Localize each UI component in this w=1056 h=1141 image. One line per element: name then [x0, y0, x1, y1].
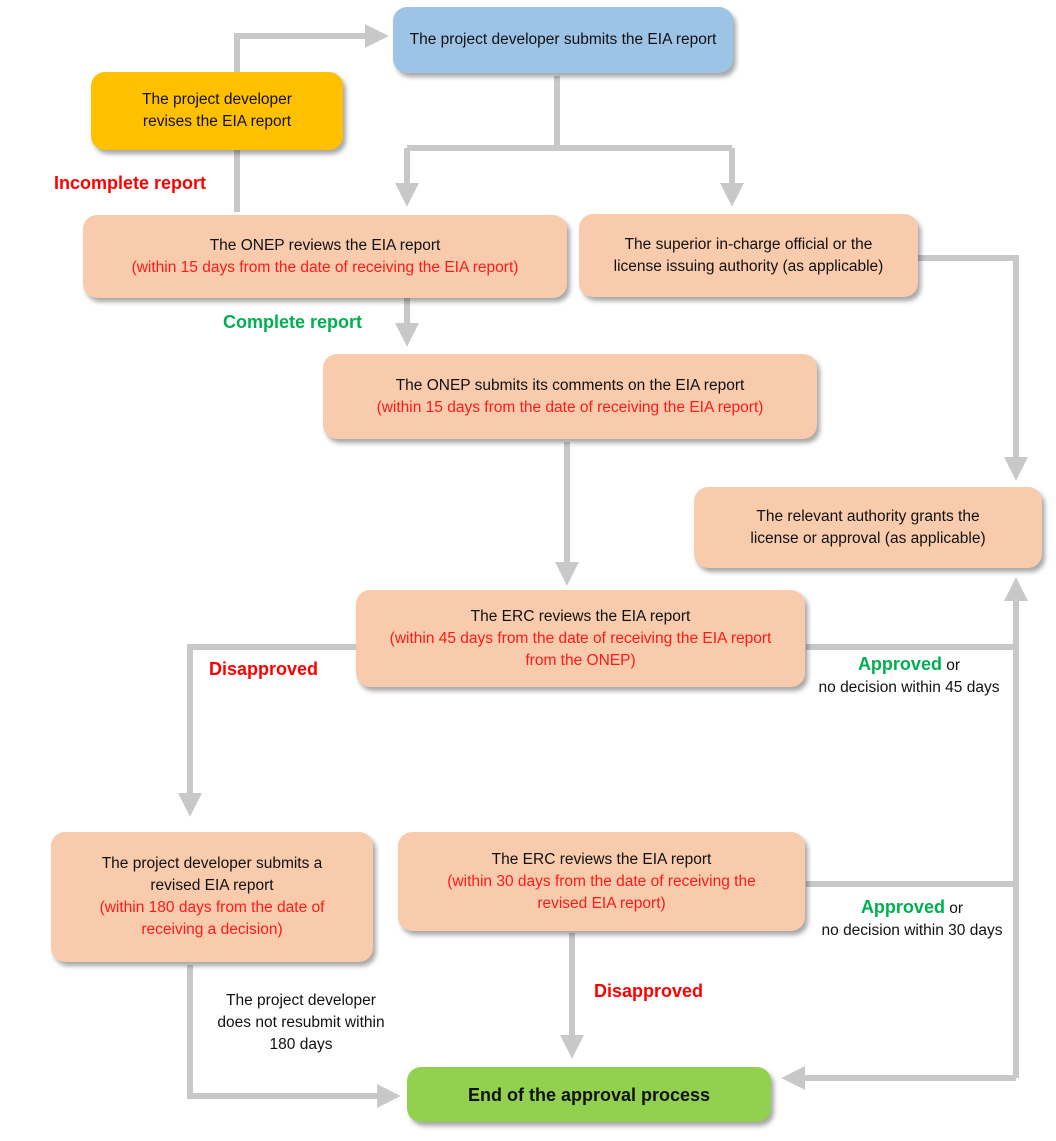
approved-sub: no decision within 30 days [821, 922, 1003, 939]
approved-word: Approved [860, 897, 945, 917]
node-text: End of the approval process [467, 1084, 711, 1105]
node-end-process: End of the approval process [407, 1067, 771, 1122]
label-incomplete-report: Incomplete report [54, 173, 207, 193]
node-deadline: (within 15 days from the date of receivi… [131, 258, 519, 276]
node-deadline: (within 15 days from the date of receivi… [376, 398, 764, 416]
node-onep-review: The ONEP reviews the EIA report (within … [83, 215, 567, 298]
approved-word: Approved [857, 654, 942, 674]
node-grant-license: The relevant authority grants the licens… [694, 487, 1042, 568]
label-no-resubmit: The project developer does not resubmit … [217, 992, 385, 1053]
node-text: The relevant authority grants the licens… [750, 507, 986, 547]
label-complete-report: Complete report [223, 312, 363, 332]
label-approved-30: Approved or no decision within 30 days [808, 896, 1016, 942]
or-word: or [944, 900, 964, 917]
approved-sub: no decision within 45 days [818, 679, 1000, 696]
node-resubmit-revised: The project developer submits a revised … [51, 832, 373, 962]
node-text: The ERC reviews the EIA report [470, 607, 691, 625]
node-erc-review-45: The ERC reviews the EIA report (within 4… [356, 590, 805, 687]
node-text: The project developer revises the EIA re… [142, 91, 292, 130]
node-deadline: (within 30 days from the date of receivi… [447, 872, 756, 912]
connector-superior-to-grant [917, 255, 1028, 481]
node-text: The project developer submits a revised … [101, 855, 323, 894]
node-revise-eia: The project developer revises the EIA re… [91, 72, 343, 150]
or-word: or [941, 657, 961, 674]
node-erc-review-30: The ERC reviews the EIA report (within 3… [398, 832, 805, 931]
node-onep-comments: The ONEP submits its comments on the EIA… [323, 354, 817, 439]
node-deadline: (within 45 days from the date of receivi… [389, 629, 772, 669]
node-text: The ONEP submits its comments on the EIA… [395, 376, 745, 394]
node-text: The ONEP reviews the EIA report [209, 236, 441, 254]
label-disapproved-45: Disapproved [209, 659, 319, 679]
node-submit-eia: The project developer submits the EIA re… [393, 7, 733, 73]
node-superior-official: The superior in-charge official or the l… [579, 214, 918, 297]
label-approved-45: Approved or no decision within 45 days [805, 653, 1013, 699]
node-deadline: (within 180 days from the date of receiv… [99, 899, 325, 938]
connector-split-to-onep-review [407, 145, 732, 196]
node-text: The ERC reviews the EIA report [491, 850, 712, 868]
node-text: The project developer submits the EIA re… [409, 31, 717, 48]
label-disapproved-30: Disapproved [594, 981, 704, 1001]
node-text: The superior in-charge official or the l… [613, 235, 884, 275]
